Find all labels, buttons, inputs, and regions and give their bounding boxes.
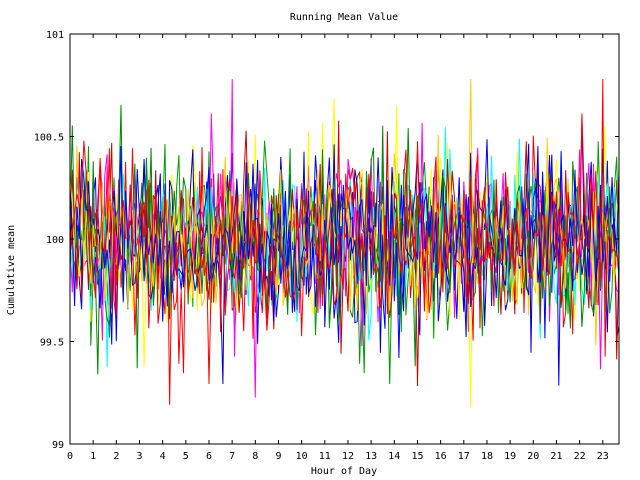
x-tick-label: 17 [458, 451, 470, 462]
x-tick-label: 16 [435, 451, 447, 462]
x-tick-label: 3 [136, 451, 142, 462]
x-tick-label: 22 [574, 451, 586, 462]
y-tick-label: 101 [46, 30, 64, 41]
x-tick-label: 11 [319, 451, 331, 462]
chart-title: Running Mean Value [290, 12, 398, 23]
line-chart: Running Mean Value 9999.5100100.5101 012… [6, 12, 620, 477]
x-tick-label: 4 [160, 451, 166, 462]
x-tick-label: 12 [342, 451, 354, 462]
x-tick-label: 20 [527, 451, 539, 462]
y-tick-label: 100.5 [34, 133, 64, 144]
x-tick-label: 23 [597, 451, 609, 462]
x-tick-label: 9 [275, 451, 281, 462]
x-tick-label: 1 [90, 451, 96, 462]
y-tick-label: 99 [52, 440, 64, 451]
x-tick-label: 18 [481, 451, 493, 462]
x-tick-label: 19 [504, 451, 516, 462]
x-tick-label: 6 [206, 451, 212, 462]
x-tick-label: 0 [67, 451, 73, 462]
x-tick-label: 8 [252, 451, 258, 462]
x-tick-label: 7 [229, 451, 235, 462]
x-axis-label: Hour of Day [311, 466, 377, 477]
y-tick-label: 100 [46, 235, 64, 246]
x-tick-label: 5 [183, 451, 189, 462]
x-tick-label: 14 [388, 451, 400, 462]
x-tick-label: 2 [113, 451, 119, 462]
x-tick-label: 21 [550, 451, 562, 462]
x-tick-label: 10 [296, 451, 308, 462]
y-tick-label: 99.5 [40, 338, 64, 349]
y-axis-label: Cumulative mean [6, 225, 17, 315]
x-tick-label: 13 [365, 451, 377, 462]
series-layer [69, 79, 620, 408]
x-tick-label: 15 [411, 451, 423, 462]
